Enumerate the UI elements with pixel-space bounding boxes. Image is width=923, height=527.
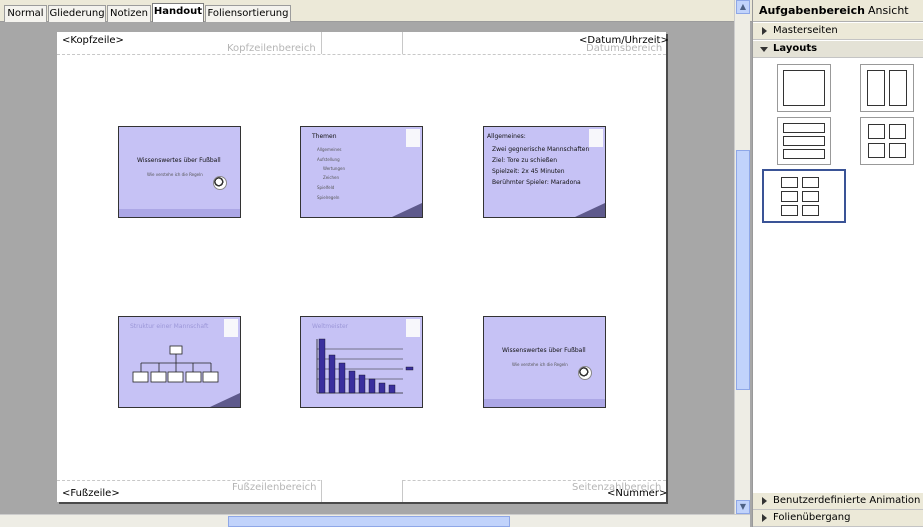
layout-placeholder <box>889 70 907 106</box>
slide-band <box>119 209 240 217</box>
slide-logo <box>224 319 238 337</box>
slide-corner <box>575 203 605 217</box>
layout-placeholder <box>781 191 798 202</box>
layout-placeholder <box>783 136 825 146</box>
tab-notes[interactable]: Notizen <box>107 5 151 22</box>
slide-logo <box>406 129 420 147</box>
date-area-label: Datumsbereich <box>586 43 663 54</box>
layout-placeholder <box>802 191 819 202</box>
section-label: Layouts <box>773 43 818 54</box>
header-divider <box>57 54 666 55</box>
slide-subtitle: Wie verstehe ich die Regeln <box>512 362 568 367</box>
layout-placeholder <box>889 124 906 139</box>
section-label: Benutzerdefinierte Animation <box>773 495 921 506</box>
layout-placeholder <box>868 143 885 158</box>
handout-page: <Kopfzeile> Kopfzeilenbereich <Datum/Uhr… <box>57 32 669 502</box>
scroll-up-icon[interactable]: ▲ <box>736 0 750 14</box>
section-custom-animation[interactable]: Benutzerdefinierte Animation <box>753 493 923 510</box>
bar-chart-graphic <box>316 338 414 394</box>
layout-placeholder <box>783 149 825 159</box>
workspace: <Kopfzeile> Kopfzeilenbereich <Datum/Uhr… <box>0 22 734 514</box>
task-pane-view-menu[interactable]: Ansicht <box>868 4 909 17</box>
header-area-label: Kopfzeilenbereich <box>227 43 316 54</box>
slide-bullet: Berühmter Spieler: Maradona <box>492 179 581 186</box>
slide-logo <box>406 319 420 337</box>
tab-normal[interactable]: Normal <box>4 5 47 22</box>
slide-bullet: Spielregeln <box>317 195 340 200</box>
footer-area-label: Fußzeilenbereich <box>232 482 317 493</box>
layout-one-slide[interactable] <box>777 64 831 112</box>
slide-bullet: Aufstellung <box>317 157 340 162</box>
horizontal-scrollbar[interactable] <box>0 514 750 527</box>
slide-bullet: Wertungen <box>323 166 345 171</box>
header-gap <box>321 32 403 54</box>
tab-slide-sorter[interactable]: Foliensortierung <box>205 5 291 22</box>
layout-placeholder <box>783 70 825 106</box>
scroll-down-icon[interactable]: ▼ <box>736 500 750 514</box>
org-chart-graphic <box>132 345 219 383</box>
section-label: Masterseiten <box>773 25 838 36</box>
slide-thumbnail-5[interactable]: Weltmeister <box>300 316 423 408</box>
expand-arrow-icon <box>762 514 767 522</box>
layout-six-slides[interactable] <box>762 169 846 223</box>
slide-logo <box>589 129 603 147</box>
footer-placeholder[interactable]: <Fußzeile> <box>62 488 120 499</box>
layout-four-slides[interactable] <box>860 117 914 165</box>
slide-title: Themen <box>312 133 337 140</box>
slide-corner <box>210 393 240 407</box>
layout-placeholder <box>868 124 885 139</box>
section-slide-transition[interactable]: Folienübergang <box>753 510 923 527</box>
slide-bullet: Zeichen <box>323 175 340 180</box>
layout-two-slides[interactable] <box>860 64 914 112</box>
slide-bullet: Allgemeines <box>317 147 342 152</box>
slide-title: Struktur einer Mannschaft <box>130 323 209 330</box>
task-pane-header: Aufgabenbereich Ansicht <box>753 0 923 22</box>
footer-gap <box>321 480 403 502</box>
slide-corner <box>392 203 422 217</box>
task-pane-title: Aufgabenbereich <box>759 4 865 17</box>
layout-placeholder <box>867 70 885 106</box>
slide-bullet: Spielzeit: 2x 45 Minuten <box>492 168 565 175</box>
slide-thumbnail-4[interactable]: Struktur einer Mannschaft <box>118 316 241 408</box>
expand-arrow-icon <box>762 497 767 505</box>
number-placeholder[interactable]: <Nummer> <box>607 488 667 499</box>
slide-bullet: Zwei gegnerische Mannschaften <box>492 146 590 153</box>
section-layouts[interactable]: Layouts <box>753 41 923 58</box>
tab-handout[interactable]: Handout <box>152 3 204 23</box>
expand-arrow-icon <box>762 27 767 35</box>
layout-placeholder <box>781 177 798 188</box>
task-pane: Aufgabenbereich Ansicht Masterseiten Lay… <box>752 0 923 527</box>
layout-placeholder <box>802 205 819 216</box>
horizontal-scroll-thumb[interactable] <box>228 516 510 527</box>
slide-band <box>484 399 605 407</box>
tab-outline[interactable]: Gliederung <box>48 5 106 22</box>
slide-subtitle: Wie verstehe ich die Regeln <box>147 172 203 177</box>
slide-bullet: Ziel: Tore zu schießen <box>492 157 558 164</box>
slide-thumbnail-1[interactable]: Wissenswertes über Fußball Wie verstehe … <box>118 126 241 218</box>
slide-title: Weltmeister <box>312 323 349 330</box>
layout-placeholder <box>802 177 819 188</box>
slide-title: Wissenswertes über Fußball <box>502 347 586 354</box>
collapse-arrow-icon <box>760 47 768 52</box>
layout-placeholder <box>781 205 798 216</box>
layout-placeholder <box>783 123 825 133</box>
slide-title: Wissenswertes über Fußball <box>137 157 221 164</box>
vertical-scrollbar[interactable]: ▲ ▼ <box>734 0 750 514</box>
layout-placeholder <box>889 143 906 158</box>
slide-title: Allgemeines: <box>487 133 526 140</box>
layout-three-slides[interactable] <box>777 117 831 165</box>
soccer-ball-icon <box>578 366 592 380</box>
slide-thumbnail-6[interactable]: Wissenswertes über Fußball Wie verstehe … <box>483 316 606 408</box>
slide-thumbnail-2[interactable]: Themen Allgemeines Aufstellung Wertungen… <box>300 126 423 218</box>
header-placeholder[interactable]: <Kopfzeile> <box>62 35 124 46</box>
soccer-ball-icon <box>213 176 227 190</box>
slide-thumbnail-3[interactable]: Allgemeines: Zwei gegnerische Mannschaft… <box>483 126 606 218</box>
vertical-scroll-thumb[interactable] <box>736 150 750 390</box>
view-tabbar: Normal Gliederung Notizen Handout Folien… <box>0 0 752 23</box>
section-masters[interactable]: Masterseiten <box>753 23 923 40</box>
slide-bullet: Spielfeld <box>317 185 335 190</box>
section-label: Folienübergang <box>773 512 851 523</box>
